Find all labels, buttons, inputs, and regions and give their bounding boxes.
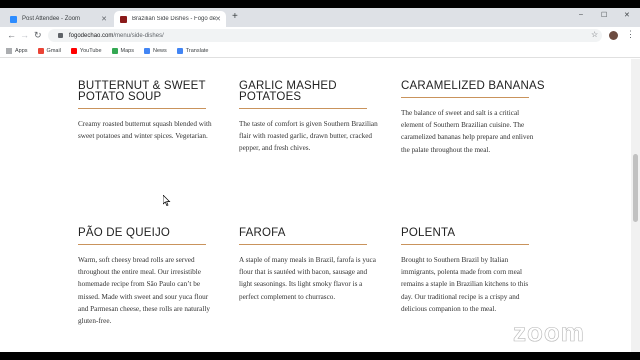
bookmark-label: Gmail <box>46 47 61 54</box>
dish-title: Farofa <box>239 227 286 239</box>
profile-avatar[interactable] <box>609 31 618 40</box>
page-scrollbar[interactable] <box>631 59 640 352</box>
bookmark-news[interactable]: News <box>144 47 167 54</box>
dish-description: A staple of many meals in Brazil, farofa… <box>239 256 376 301</box>
bookmarks-bar: Apps Gmail YouTube Maps News Translate <box>0 44 640 58</box>
dish-description: Warm, soft cheesy bread rolls are served… <box>78 256 210 326</box>
news-icon <box>144 47 150 54</box>
bookmark-star-icon[interactable]: ☆ <box>591 30 598 39</box>
tab-strip: Post Attendee - Zoom ✕ Brazilian Side Di… <box>0 8 640 27</box>
tab-post-attendee-zoom[interactable]: Post Attendee - Zoom ✕ <box>4 11 112 27</box>
forward-arrow-icon[interactable]: → <box>20 30 29 40</box>
dish-title: Pão de Queijo <box>78 227 171 239</box>
tab-brazilian-side-dishes[interactable]: Brazilian Side Dishes - Fogo de Chão ✕ <box>114 11 226 27</box>
dish-description: Brought to Southern Brazil by Italian im… <box>401 256 529 313</box>
browser-toolbar: ← → ↻ fogodechao.com/menu/side-dishes/ ☆… <box>0 27 640 44</box>
dish-caramelized-bananas: Caramelized Bananas The balance of sweet… <box>401 80 546 156</box>
bookmark-label: Maps <box>120 47 134 54</box>
title-divider <box>239 244 367 245</box>
dish-title: Caramelized Bananas <box>401 80 545 92</box>
page-content: Butternut & Sweet Potato Soup Creamy roa… <box>0 59 640 352</box>
lock-icon <box>58 33 63 38</box>
zoom-watermark: zoom <box>513 317 585 348</box>
maps-icon <box>111 47 118 54</box>
url-path: /menu/side-dishes/ <box>113 32 164 39</box>
reload-icon[interactable]: ↻ <box>34 30 42 40</box>
bookmark-youtube[interactable]: YouTube <box>70 47 102 54</box>
fogo-favicon-icon <box>120 15 127 23</box>
maximize-button[interactable]: ☐ <box>601 11 607 19</box>
gmail-icon <box>37 47 44 54</box>
close-window-button[interactable]: ✕ <box>624 11 630 19</box>
url-host: fogodechao.com <box>69 32 114 39</box>
bookmark-maps[interactable]: Maps <box>111 47 134 54</box>
dish-garlic-mashed-potatoes: Garlic Mashed Potatoes The taste of comf… <box>239 80 384 155</box>
tab-title: Post Attendee - Zoom <box>22 16 81 22</box>
dish-title: Garlic Mashed Potatoes <box>239 80 337 103</box>
close-tab-icon[interactable]: ✕ <box>101 15 107 23</box>
browser-window: Post Attendee - Zoom ✕ Brazilian Side Di… <box>0 8 640 352</box>
title-divider <box>239 108 367 109</box>
dish-farofa: Farofa A staple of many meals in Brazil,… <box>239 227 384 303</box>
title-divider <box>401 97 529 98</box>
title-divider <box>78 108 206 109</box>
dish-title: Polenta <box>401 227 456 239</box>
dish-polenta: Polenta Brought to Southern Brazil by It… <box>401 227 546 315</box>
new-tab-button[interactable]: + <box>232 11 238 22</box>
dish-description: The taste of comfort is given Southern B… <box>239 120 378 153</box>
bookmark-gmail[interactable]: Gmail <box>37 47 61 54</box>
title-divider <box>78 244 206 245</box>
bookmark-label: News <box>153 47 167 54</box>
scrollbar-thumb[interactable] <box>633 154 638 222</box>
tab-title: Brazilian Side Dishes - Fogo de Chão <box>132 16 216 22</box>
dish-butternut-soup: Butternut & Sweet Potato Soup Creamy roa… <box>78 80 223 142</box>
bookmark-label: YouTube <box>79 47 102 54</box>
bookmark-apps[interactable]: Apps <box>6 47 28 54</box>
bookmark-label: Translate <box>185 47 209 54</box>
address-bar[interactable]: fogodechao.com/menu/side-dishes/ <box>48 29 602 42</box>
close-tab-icon[interactable]: ✕ <box>215 15 221 23</box>
dish-title: Butternut & Sweet Potato Soup <box>78 80 206 103</box>
bookmark-translate[interactable]: Translate <box>176 47 209 54</box>
kebab-menu-icon[interactable]: ⋮ <box>626 29 635 40</box>
youtube-icon <box>70 47 77 54</box>
title-divider <box>401 244 529 245</box>
apps-grid-icon <box>6 47 12 54</box>
minimize-button[interactable]: – <box>579 11 583 18</box>
dish-description: The balance of sweet and salt is a criti… <box>401 109 534 154</box>
dish-description: Creamy roasted butternut squash blended … <box>78 120 212 141</box>
back-arrow-icon[interactable]: ← <box>7 30 16 40</box>
translate-icon <box>176 47 183 54</box>
zoom-favicon-icon <box>10 15 17 23</box>
bookmark-label: Apps <box>15 47 28 54</box>
dish-pao-de-queijo: Pão de Queijo Warm, soft cheesy bread ro… <box>78 227 223 327</box>
